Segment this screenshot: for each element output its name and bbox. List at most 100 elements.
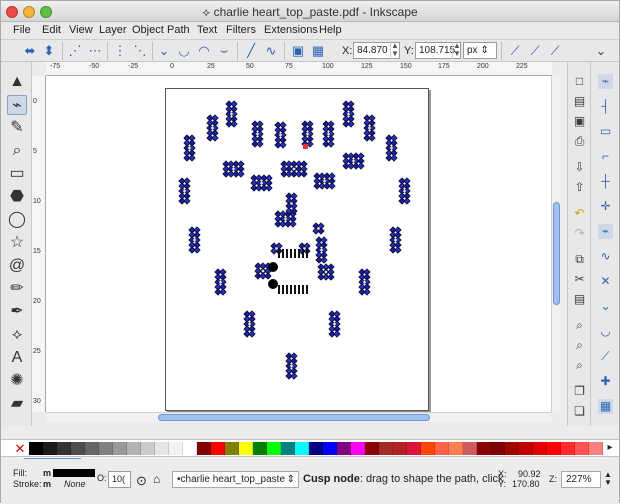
next-path-effect-icon[interactable]: ⟋ (507, 43, 523, 59)
cut-icon[interactable]: ✂ (572, 272, 587, 287)
break-path-icon[interactable]: ⋯ (87, 43, 103, 59)
spiral-tool-icon[interactable]: @ (7, 256, 27, 276)
save-document-icon[interactable]: ▣ (572, 114, 587, 129)
path-node[interactable] (256, 140, 264, 148)
snap-bbox-edge-icon[interactable]: ▭ (598, 124, 613, 139)
node-handle[interactable] (290, 364, 293, 368)
snap-smooth-icon[interactable]: ◡ (598, 324, 613, 339)
color-swatch[interactable] (421, 442, 435, 455)
snap-nodes-icon[interactable]: ⌁ (598, 224, 613, 239)
path-node[interactable] (347, 120, 355, 128)
node-handle[interactable] (290, 202, 293, 205)
snap-bbox-midpoint-icon[interactable]: ┼ (598, 174, 613, 189)
color-swatch[interactable] (183, 442, 197, 455)
color-swatch[interactable] (281, 442, 295, 455)
toolbar-overflow-icon[interactable]: ⌄ (593, 43, 609, 59)
path-segment[interactable] (294, 285, 296, 294)
color-swatch[interactable] (561, 442, 575, 455)
menu-path[interactable]: Path (167, 24, 190, 36)
path-segment[interactable] (278, 249, 280, 258)
color-swatch[interactable] (253, 442, 267, 455)
path-segment[interactable] (302, 285, 304, 294)
color-swatch[interactable] (71, 442, 85, 455)
path-segment[interactable] (306, 285, 308, 294)
node-handle[interactable] (193, 238, 196, 242)
duplicate-icon[interactable]: ❐ (572, 384, 587, 399)
snap-cusp-icon[interactable]: ⌄ (598, 299, 613, 314)
node-handle[interactable] (317, 227, 320, 230)
path-segment[interactable] (286, 249, 288, 258)
color-swatch[interactable] (463, 442, 477, 455)
color-swatch[interactable] (379, 442, 393, 455)
node-handle[interactable] (284, 217, 287, 221)
snap-object-center-icon[interactable]: ✚ (598, 374, 613, 389)
node-handle[interactable] (390, 146, 393, 150)
color-swatch[interactable] (407, 442, 421, 455)
color-swatch[interactable] (435, 442, 449, 455)
selected-node[interactable] (268, 279, 278, 289)
unit-select[interactable]: px ⇕ (463, 42, 497, 59)
path-node[interactable] (357, 162, 365, 170)
import-icon[interactable]: ⇩ (572, 160, 587, 175)
node-handle[interactable] (261, 269, 265, 273)
drawing-canvas[interactable] (46, 76, 551, 412)
snap-bbox-center-icon[interactable]: ✛ (598, 199, 613, 214)
zoom-spin-buttons[interactable]: ▲ ▼ (603, 471, 613, 488)
clone-icon[interactable]: ❏ (572, 404, 587, 419)
smooth-node-icon[interactable]: ◡ (176, 43, 192, 59)
path-segment[interactable] (282, 249, 284, 258)
zoom-drawing-icon[interactable]: ⌕ (572, 338, 587, 353)
node-handle[interactable] (363, 280, 366, 284)
path-node[interactable] (279, 141, 287, 149)
node-handle[interactable] (232, 167, 235, 171)
lock-icon[interactable]: ⌂ (153, 472, 160, 486)
path-node[interactable] (219, 288, 227, 296)
color-swatch[interactable] (127, 442, 141, 455)
path-node[interactable] (264, 272, 272, 280)
snap-enable-icon[interactable]: ⌁ (598, 74, 613, 89)
join-nodes-icon[interactable]: ⋰ (67, 43, 83, 59)
path-node[interactable] (320, 256, 328, 264)
path-segment[interactable] (278, 285, 280, 294)
new-document-icon[interactable]: □ (572, 74, 587, 89)
color-swatch[interactable] (211, 442, 225, 455)
path-node[interactable] (188, 154, 196, 162)
no-paint-swatch[interactable]: ✕ (13, 442, 27, 455)
join-segment-icon[interactable]: ⋮ (112, 43, 128, 59)
color-swatch[interactable] (309, 442, 323, 455)
menu-view[interactable]: View (69, 24, 93, 36)
color-swatch[interactable] (267, 442, 281, 455)
zoom-page-icon[interactable]: ⌕ (572, 358, 587, 373)
menu-layer[interactable]: Layer (99, 24, 127, 36)
menu-help[interactable]: Help (319, 24, 342, 36)
path-segment[interactable] (294, 249, 296, 258)
snap-page-border-icon[interactable]: ▦ (598, 399, 613, 414)
symmetric-node-icon[interactable]: ◠ (196, 43, 212, 59)
spray-tool-icon[interactable]: ✺ (7, 371, 27, 391)
node-handle[interactable] (347, 112, 350, 116)
export-icon[interactable]: ⇧ (572, 180, 587, 195)
node-handle[interactable] (183, 189, 186, 193)
color-swatch[interactable] (351, 442, 365, 455)
color-swatch[interactable] (575, 442, 589, 455)
selected-node[interactable] (268, 262, 278, 272)
insert-node-icon[interactable]: ⬌ (22, 43, 38, 59)
object-to-path-icon[interactable]: ▣ (290, 43, 306, 59)
color-swatch[interactable] (113, 442, 127, 455)
color-swatch[interactable] (155, 442, 169, 455)
print-icon[interactable]: ⎙ (572, 134, 587, 149)
snap-bbox-corner-icon[interactable]: ⌐ (598, 149, 613, 164)
path-node[interactable] (183, 197, 191, 205)
vertical-scrollbar[interactable] (551, 76, 560, 412)
node-handle[interactable] (248, 322, 251, 326)
path-node[interactable] (211, 134, 219, 142)
menu-extensions[interactable]: Extensions (264, 24, 318, 36)
node-handle[interactable] (403, 189, 406, 193)
opacity-input[interactable]: 10( (108, 471, 131, 488)
path-node[interactable] (328, 182, 336, 190)
line-segment-icon[interactable]: ╱ (243, 43, 259, 59)
path-segment[interactable] (306, 249, 308, 258)
path-node[interactable] (363, 288, 371, 296)
star-tool-icon[interactable]: ☆ (7, 233, 27, 253)
path-node[interactable] (248, 330, 256, 338)
